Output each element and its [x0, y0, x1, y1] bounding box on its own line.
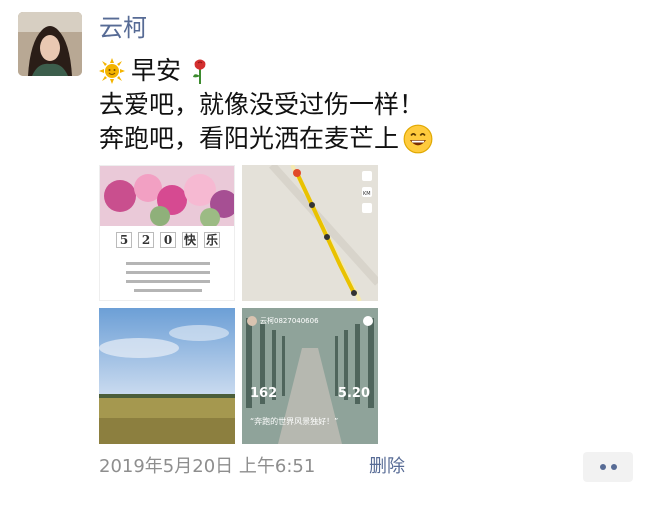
title-char: 0 [160, 232, 176, 248]
photo-route-map[interactable]: KM [242, 165, 378, 301]
map-km-label: KM [363, 191, 371, 197]
photo-520-card[interactable]: 5 2 0 快 乐 [99, 165, 235, 301]
photo-running-stats[interactable]: 云柯0827040606 162 5.20 “奔跑的世界风景独好！” [242, 308, 378, 444]
title-char: 快 [182, 232, 198, 248]
title-520: 5 2 0 快 乐 [100, 232, 234, 248]
poem-lines [126, 262, 210, 292]
avatar-photo [18, 12, 82, 76]
time-stat: 5.20 [338, 386, 370, 401]
title-char: 乐 [204, 232, 220, 248]
rose-icon [193, 59, 206, 84]
greeting-text: 早安 [131, 56, 182, 85]
run-stats: 162 5.20 [250, 386, 370, 401]
post-text: 早安 去爱吧，就像没受过伤一样！ 奔跑吧，看阳光洒在麦芒上 [99, 54, 619, 156]
runner-name: 云柯0827040606 [260, 317, 319, 325]
username[interactable]: 云柯 [99, 12, 147, 44]
text-line-1: 早安 [99, 54, 619, 88]
more-actions-button[interactable] [583, 452, 633, 482]
time-value: 5.20 [337, 386, 370, 401]
grinning-face-icon [403, 124, 433, 154]
dot-icon [610, 464, 617, 470]
text-line-3: 奔跑吧，看阳光洒在麦芒上 [99, 122, 619, 156]
sun-face-icon [99, 58, 125, 84]
post-timestamp: 2019年5月20日 上午6:51 [99, 456, 316, 477]
dot-icon [599, 464, 606, 470]
run-slogan: “奔跑的世界风景独好！” [250, 417, 339, 426]
title-char: 2 [138, 232, 154, 248]
text-line-2: 去爱吧，就像没受过伤一样！ [99, 90, 425, 119]
route-map-image: KM [242, 165, 378, 301]
flowers-image [100, 166, 234, 226]
avatar[interactable] [18, 12, 82, 76]
photo-wheat-field[interactable] [99, 308, 235, 444]
wheat-field-image [99, 308, 235, 444]
title-char: 5 [116, 232, 132, 248]
delete-link[interactable]: 删除 [369, 455, 405, 479]
text-line-3-content: 奔跑吧，看阳光洒在麦芒上 [99, 124, 400, 153]
distance-value: 162 [250, 386, 278, 401]
distance-stat: 162 [250, 386, 277, 401]
